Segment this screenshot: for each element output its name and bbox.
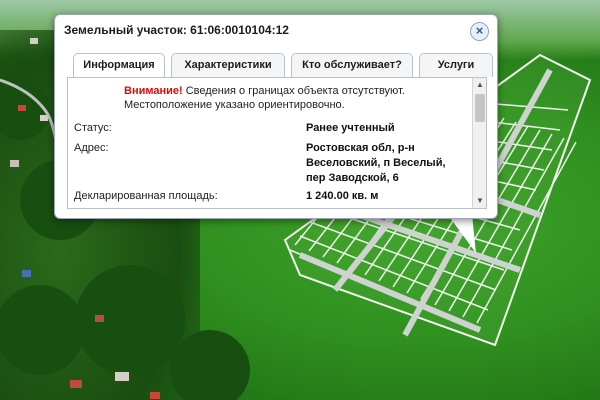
tab-services[interactable]: Услуги [419,53,493,77]
status-label: Статус: [74,122,112,134]
popup-title: Земельный участок: 61:06:0010104:12 [64,23,289,37]
scroll-down-icon[interactable]: ▼ [473,194,486,208]
area-value: 1 240.00 кв. м [306,190,379,202]
location-note: Местоположение указано ориентировочно. [124,99,345,111]
tab-who-serves[interactable]: Кто обслуживает? [291,53,413,77]
warning-text: Сведения о границах объекта отсутствуют. [182,85,405,97]
scroll-thumb[interactable] [475,94,485,122]
status-value: Ранее учтенный [306,122,395,134]
tab-information[interactable]: Информация [73,53,165,78]
parcel-info-popup: Земельный участок: 61:06:0010104:12 × Ин… [54,14,498,219]
warning-label: Внимание! [124,85,183,97]
address-line-2: Веселовский, п Веселый, [306,157,446,169]
scroll-up-icon[interactable]: ▲ [473,78,486,92]
address-line-1: Ростовская обл, р-н [306,142,415,154]
address-label: Адрес: [74,142,109,154]
address-value: Ростовская обл, р-н Веселовский, п Весел… [306,141,446,186]
address-line-3: пер Заводской, 6 [306,172,399,184]
close-icon[interactable]: × [470,22,489,41]
area-label: Декларированная площадь: [74,190,218,202]
vertical-scrollbar[interactable]: ▲ ▼ [472,78,486,208]
boundary-notice: Внимание! Сведения о границах объекта от… [124,84,405,112]
info-panel: Внимание! Сведения о границах объекта от… [67,77,487,209]
tab-characteristics[interactable]: Характеристики [171,53,285,77]
